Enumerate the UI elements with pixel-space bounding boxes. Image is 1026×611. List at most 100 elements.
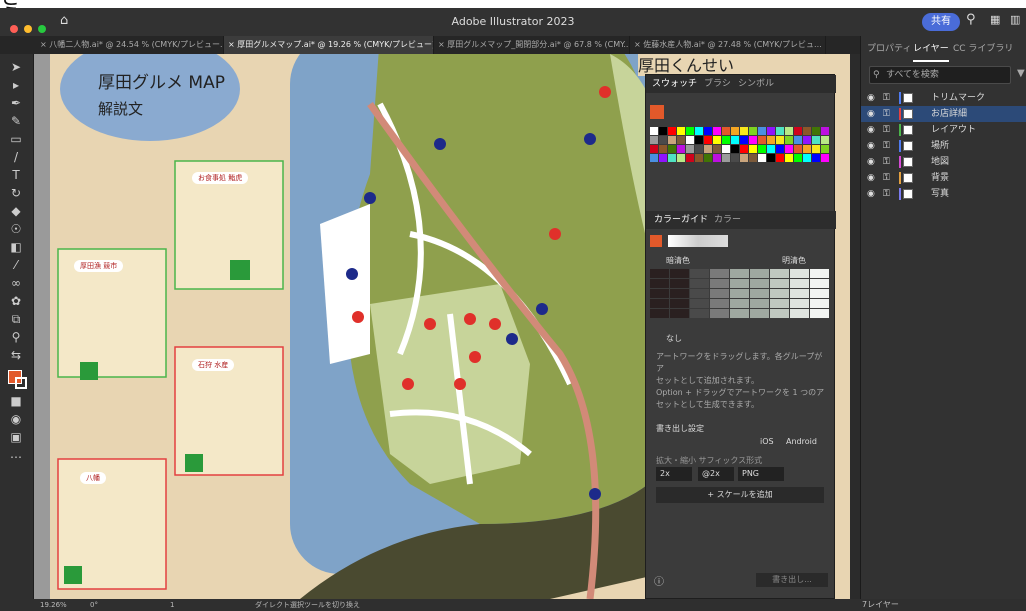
search-icon[interactable]: ⚲ <box>966 12 976 27</box>
layer-row[interactable]: ◉ ⚿ お店詳細 <box>861 106 1026 122</box>
layer-row[interactable]: ◉ ⚿ 地図 <box>861 154 1026 170</box>
color-guide-grid[interactable] <box>650 269 830 321</box>
color-swatch[interactable] <box>650 136 658 144</box>
tab-document-4[interactable]: × 佐藤水産人物.ai* @ 27.48 % (CMYK/プレビュ... <box>630 36 826 54</box>
swatches-panel[interactable]: スウォッチ ブラシ シンボル カラーガイド カラー 暗清色 明清色 なし アート… <box>645 74 836 599</box>
color-swatch[interactable] <box>659 136 667 144</box>
color-swatch[interactable] <box>812 154 820 162</box>
warp-tool-icon[interactable]: ☉ <box>9 222 23 236</box>
color-swatch[interactable] <box>767 145 775 153</box>
harmony-rule-bar[interactable] <box>668 235 728 247</box>
guide-swatch[interactable] <box>790 269 809 278</box>
guide-swatch[interactable] <box>670 269 689 278</box>
color-mode-icon[interactable]: ■ <box>9 394 23 408</box>
symbol-sprayer-icon[interactable]: ✿ <box>9 294 23 308</box>
guide-swatch[interactable] <box>750 299 769 308</box>
layer-row[interactable]: ◉ ⚿ トリムマーク <box>861 90 1026 106</box>
eye-icon[interactable]: ◉ <box>867 138 875 154</box>
color-swatch[interactable] <box>722 136 730 144</box>
swap-fill-stroke-icon[interactable]: ⇆ <box>9 348 23 362</box>
guide-swatch[interactable] <box>710 299 729 308</box>
guide-swatch[interactable] <box>810 269 829 278</box>
tab-document-2[interactable]: × 厚田グルメマップ.ai* @ 19.26 % (CMYK/プレビュー) <box>224 36 434 54</box>
lock-icon[interactable]: ⚿ <box>883 122 890 138</box>
color-swatch[interactable] <box>767 127 775 135</box>
more-tools-icon[interactable]: ⋯ <box>9 450 23 464</box>
color-swatch[interactable] <box>740 154 748 162</box>
color-swatch[interactable] <box>749 127 757 135</box>
color-swatch[interactable] <box>821 136 829 144</box>
color-swatch[interactable] <box>758 154 766 162</box>
eye-icon[interactable]: ◉ <box>867 90 875 106</box>
screen-mode-icon[interactable]: ▣ <box>9 430 23 444</box>
color-swatch[interactable] <box>767 154 775 162</box>
lock-icon[interactable]: ⚿ <box>883 138 890 154</box>
swatch-grid[interactable] <box>650 127 830 181</box>
direct-selection-tool-icon[interactable]: ▸ <box>9 78 23 92</box>
color-swatch[interactable] <box>776 145 784 153</box>
guide-swatch[interactable] <box>650 309 669 318</box>
guide-swatch[interactable] <box>770 299 789 308</box>
lock-icon[interactable]: ⚿ <box>883 170 890 186</box>
guide-swatch[interactable] <box>710 289 729 298</box>
color-swatch[interactable] <box>668 127 676 135</box>
color-swatch[interactable] <box>794 145 802 153</box>
current-fill-swatch[interactable] <box>650 105 664 119</box>
color-swatch[interactable] <box>668 154 676 162</box>
arrange-icon[interactable]: ▥ <box>1010 13 1020 26</box>
color-swatch[interactable] <box>677 127 685 135</box>
pen-tool-icon[interactable]: ✒ <box>9 96 23 110</box>
guide-swatch[interactable] <box>650 279 669 288</box>
guide-swatch[interactable] <box>810 299 829 308</box>
eye-icon[interactable]: ◉ <box>867 170 875 186</box>
color-swatch[interactable] <box>821 154 829 162</box>
color-swatch[interactable] <box>713 145 721 153</box>
type-tool-icon[interactable]: T <box>9 168 23 182</box>
gradient-tool-icon[interactable]: ◧ <box>9 240 23 254</box>
color-swatch[interactable] <box>686 145 694 153</box>
color-swatch[interactable] <box>821 145 829 153</box>
eye-icon[interactable]: ◉ <box>867 122 875 138</box>
tab-document-3[interactable]: × 厚田グルメマップ_開閉部分.ai* @ 67.8 % (CMY... <box>434 36 630 54</box>
color-swatch[interactable] <box>785 145 793 153</box>
guide-swatch[interactable] <box>670 289 689 298</box>
base-color-swatch[interactable] <box>650 235 662 247</box>
tab-cc-libraries[interactable]: CC ライブラリ <box>953 36 1013 62</box>
export-button[interactable]: 書き出し... <box>756 573 828 587</box>
color-swatch[interactable] <box>677 145 685 153</box>
info-icon[interactable]: ⓘ <box>654 573 664 588</box>
guide-swatch[interactable] <box>810 309 829 318</box>
draw-mode-icon[interactable]: ◉ <box>9 412 23 426</box>
android-option[interactable]: Android <box>786 437 817 446</box>
lock-icon[interactable]: ⚿ <box>883 186 890 202</box>
layer-row[interactable]: ◉ ⚿ レイアウト <box>861 122 1026 138</box>
zoom-level[interactable]: 19.26% <box>40 599 67 611</box>
color-swatch[interactable] <box>686 136 694 144</box>
artboard-tool-icon[interactable]: ⧉ <box>9 312 23 326</box>
suffix-input[interactable]: @2x <box>698 467 734 481</box>
color-swatch[interactable] <box>695 154 703 162</box>
color-swatch[interactable] <box>749 145 757 153</box>
color-swatch[interactable] <box>749 136 757 144</box>
lock-icon[interactable]: ⚿ <box>883 154 890 170</box>
color-swatch[interactable] <box>722 154 730 162</box>
guide-swatch[interactable] <box>770 279 789 288</box>
color-swatch[interactable] <box>722 145 730 153</box>
filter-icon[interactable]: ▼ <box>1017 68 1025 79</box>
color-swatch[interactable] <box>803 127 811 135</box>
color-swatch[interactable] <box>758 127 766 135</box>
color-swatch[interactable] <box>677 154 685 162</box>
guide-swatch[interactable] <box>650 289 669 298</box>
color-swatch[interactable] <box>650 145 658 153</box>
workspace-icon[interactable]: ▦ <box>990 13 1000 26</box>
add-scale-button[interactable]: + スケールを追加 <box>656 487 824 503</box>
guide-swatch[interactable] <box>670 299 689 308</box>
color-swatch[interactable] <box>659 145 667 153</box>
color-swatch[interactable] <box>731 127 739 135</box>
tab-layers[interactable]: レイヤー <box>913 36 949 62</box>
tab-color-guide[interactable]: カラーガイド <box>654 211 708 229</box>
color-swatch[interactable] <box>713 154 721 162</box>
layer-row[interactable]: ◉ ⚿ 背景 <box>861 170 1026 186</box>
color-swatch[interactable] <box>722 127 730 135</box>
guide-swatch[interactable] <box>670 279 689 288</box>
